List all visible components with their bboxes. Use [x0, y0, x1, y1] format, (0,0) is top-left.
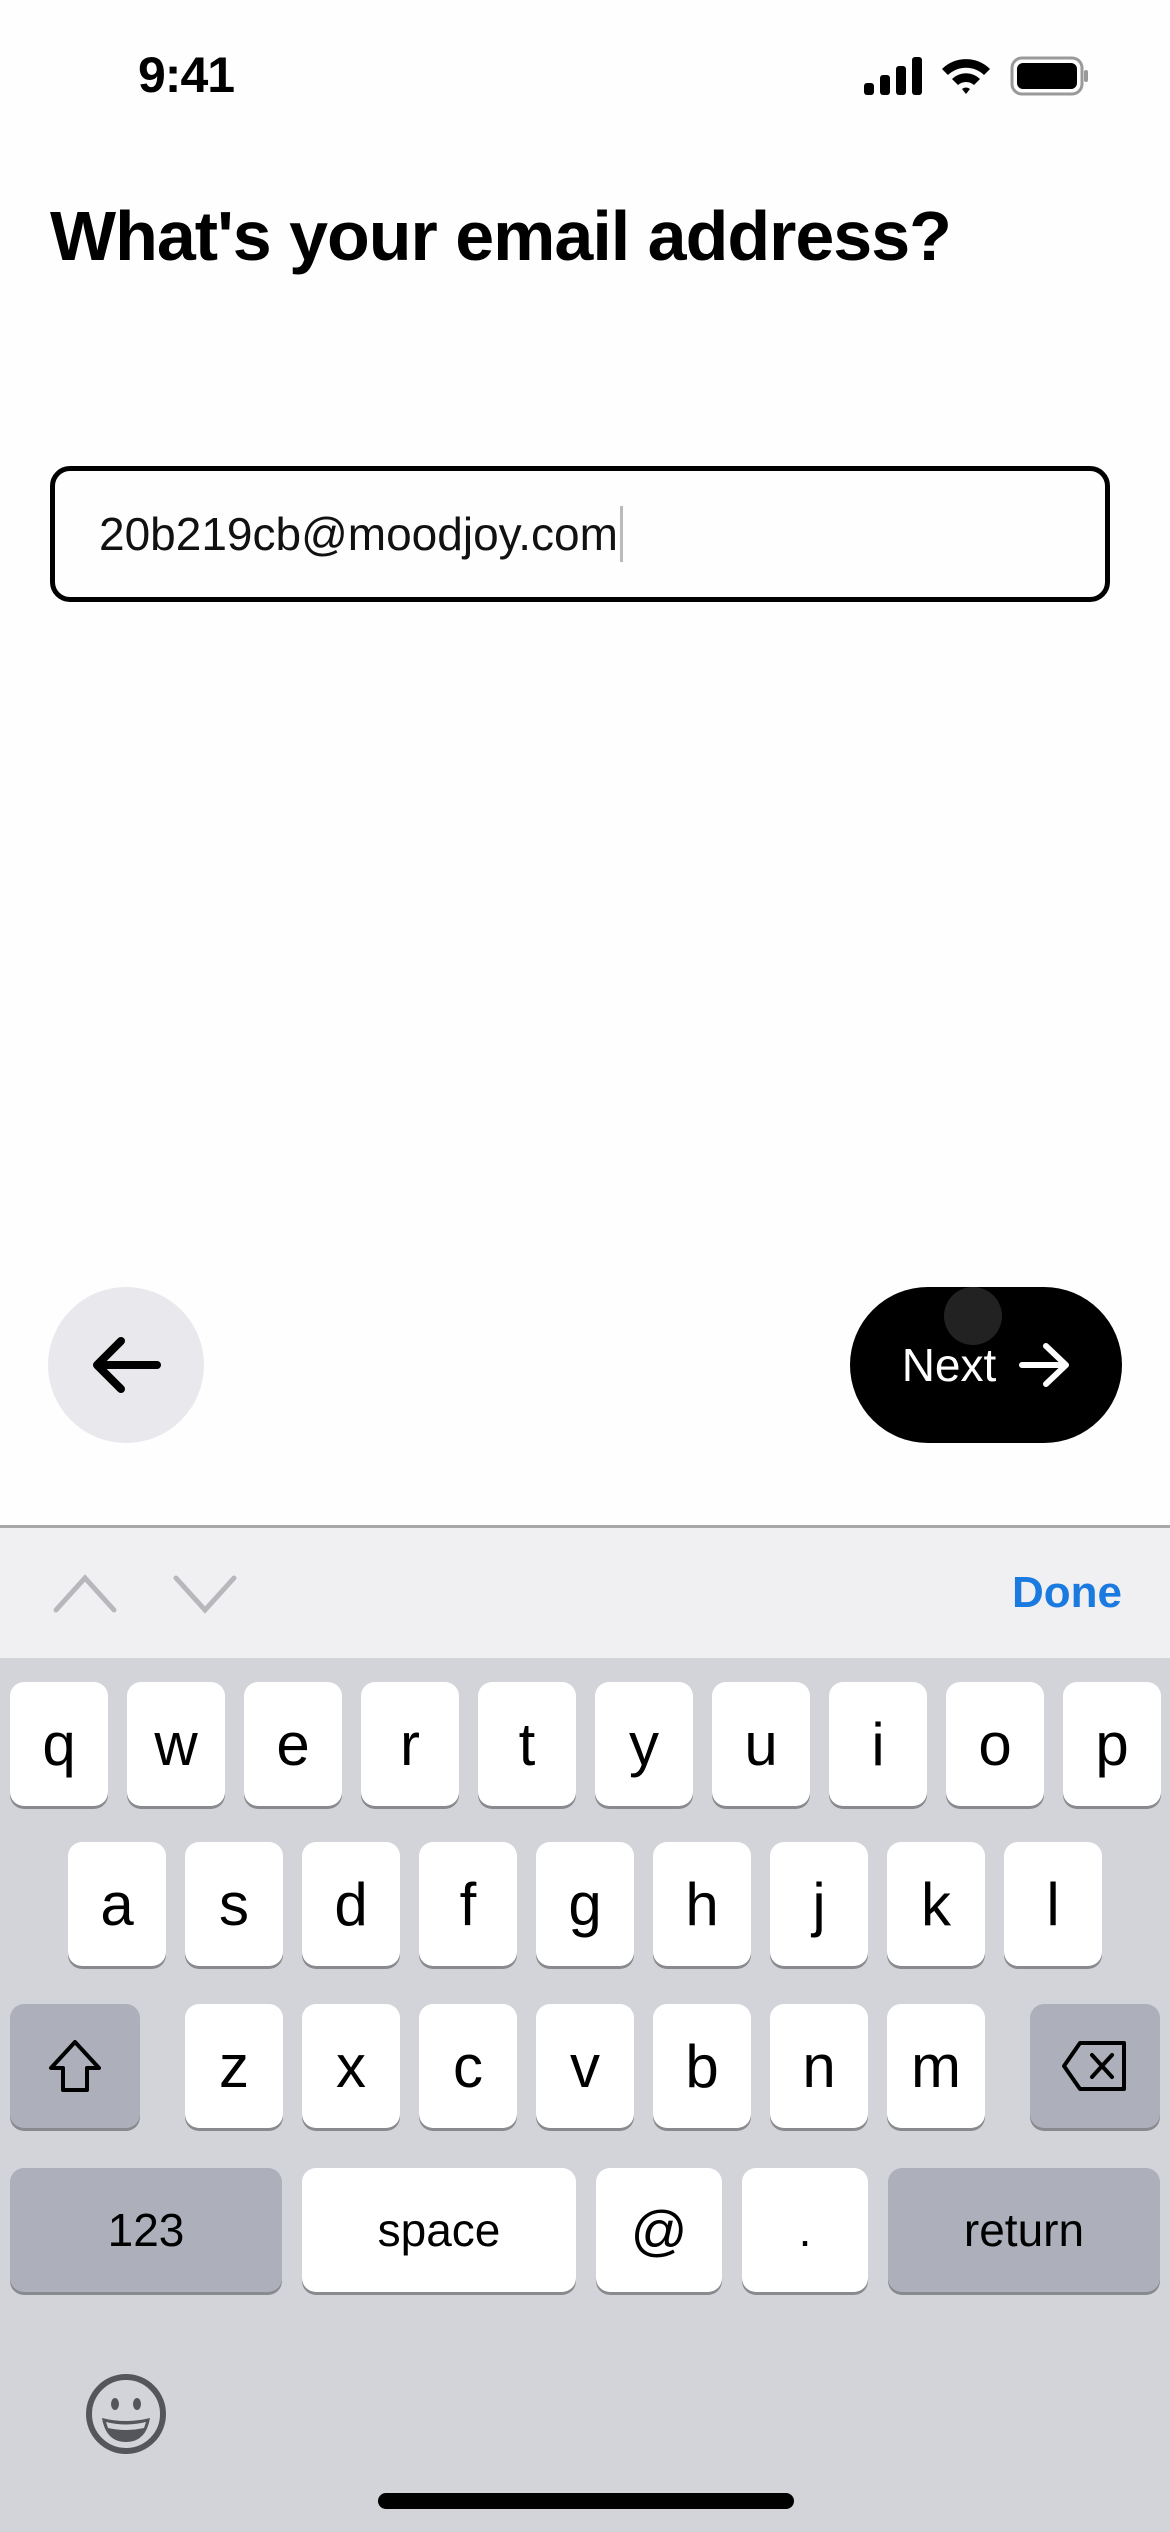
- key-c[interactable]: c: [419, 2004, 517, 2128]
- key-h[interactable]: h: [653, 1842, 751, 1966]
- key-g[interactable]: g: [536, 1842, 634, 1966]
- at-key[interactable]: @: [596, 2168, 722, 2292]
- numbers-key[interactable]: 123: [10, 2168, 282, 2292]
- space-key[interactable]: space: [302, 2168, 576, 2292]
- key-p[interactable]: p: [1063, 1682, 1161, 1806]
- key-k[interactable]: k: [887, 1842, 985, 1966]
- key-e[interactable]: e: [244, 1682, 342, 1806]
- email-field-value[interactable]: 20b219cb@moodjoy.com: [99, 507, 618, 561]
- next-button-label: Next: [901, 1339, 997, 1391]
- status-time: 9:41: [138, 47, 235, 103]
- next-button[interactable]: Next: [850, 1287, 1122, 1443]
- key-u[interactable]: u: [712, 1682, 810, 1806]
- home-indicator: [378, 2493, 794, 2509]
- key-w[interactable]: w: [127, 1682, 225, 1806]
- key-n[interactable]: n: [770, 2004, 868, 2128]
- battery-icon: [1010, 56, 1088, 96]
- key-q[interactable]: q: [10, 1682, 108, 1806]
- key-j[interactable]: j: [770, 1842, 868, 1966]
- emoji-icon[interactable]: [84, 2372, 168, 2456]
- chevron-up-icon[interactable]: [50, 1568, 120, 1618]
- key-t[interactable]: t: [478, 1682, 576, 1806]
- delete-backward-icon: [1062, 2041, 1126, 2091]
- shift-icon: [49, 2040, 101, 2092]
- arrow-left-icon: [93, 1337, 161, 1393]
- done-button[interactable]: Done: [1012, 1568, 1122, 1618]
- cellular-signal-icon: [864, 57, 922, 95]
- touch-indicator: [944, 1287, 1002, 1345]
- text-caret: [619, 506, 623, 562]
- key-v[interactable]: v: [536, 2004, 634, 2128]
- keyboard: qwertyuiop asdfghjkl zxcvbnm 123 space @…: [0, 1658, 1170, 2532]
- shift-key[interactable]: [10, 2004, 140, 2128]
- status-bar: 9:41: [0, 0, 1170, 150]
- key-b[interactable]: b: [653, 2004, 751, 2128]
- key-d[interactable]: d: [302, 1842, 400, 1966]
- chevron-down-icon[interactable]: [170, 1568, 240, 1618]
- key-y[interactable]: y: [595, 1682, 693, 1806]
- wifi-icon: [942, 59, 990, 94]
- return-key[interactable]: return: [888, 2168, 1160, 2292]
- page-title: What's your email address?: [50, 197, 952, 275]
- key-i[interactable]: i: [829, 1682, 927, 1806]
- key-o[interactable]: o: [946, 1682, 1044, 1806]
- arrow-right-icon: [1019, 1343, 1070, 1387]
- key-r[interactable]: r: [361, 1682, 459, 1806]
- delete-key[interactable]: [1030, 2004, 1160, 2128]
- email-field[interactable]: 20b219cb@moodjoy.com: [50, 466, 1110, 602]
- status-icons: [864, 56, 1090, 96]
- key-z[interactable]: z: [185, 2004, 283, 2128]
- key-a[interactable]: a: [68, 1842, 166, 1966]
- period-key[interactable]: .: [742, 2168, 868, 2292]
- key-s[interactable]: s: [185, 1842, 283, 1966]
- keyboard-accessory-bar: Done: [0, 1525, 1170, 1658]
- key-f[interactable]: f: [419, 1842, 517, 1966]
- key-l[interactable]: l: [1004, 1842, 1102, 1966]
- key-m[interactable]: m: [887, 2004, 985, 2128]
- key-x[interactable]: x: [302, 2004, 400, 2128]
- back-button[interactable]: [48, 1287, 204, 1443]
